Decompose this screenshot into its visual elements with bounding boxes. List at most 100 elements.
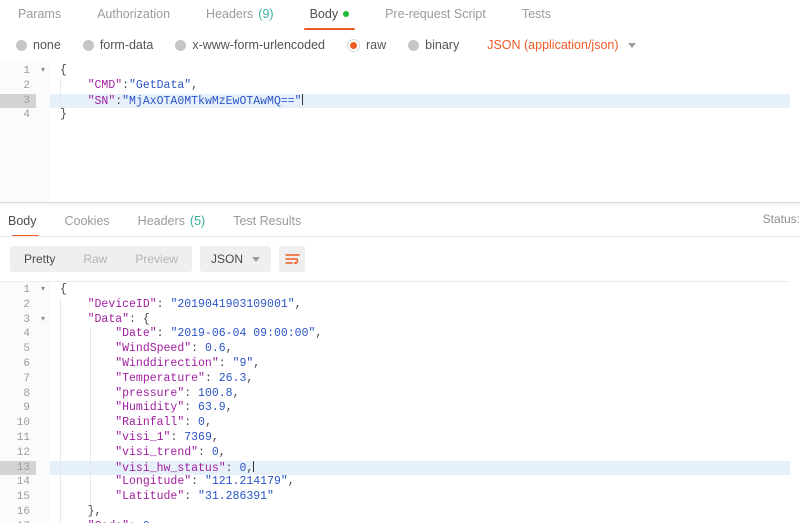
code-line[interactable]: 6 "Winddirection": "9", bbox=[0, 356, 800, 372]
view-mode-pretty[interactable]: Pretty bbox=[10, 246, 69, 272]
token-punc: : bbox=[184, 401, 199, 415]
chevron-down-icon bbox=[627, 42, 636, 48]
response-editor-scrollbar[interactable] bbox=[790, 281, 800, 523]
code-line[interactable]: 3 "SN":"MjAxOTA0MTkwMzEwOTAwMQ==" bbox=[0, 93, 800, 109]
tab-label: Tests bbox=[521, 7, 551, 21]
fold-arrow-icon[interactable]: ▾ bbox=[36, 64, 50, 79]
token-punc: : bbox=[156, 297, 171, 311]
indent-guide bbox=[90, 356, 91, 372]
view-mode-raw[interactable]: Raw bbox=[69, 246, 121, 272]
tab-count-badge: (9) bbox=[258, 7, 274, 21]
token-key: "Longitude" bbox=[115, 475, 192, 489]
fold-arrow-icon[interactable]: ▾ bbox=[36, 312, 50, 328]
fold-spacer bbox=[36, 78, 50, 94]
code-line[interactable]: 11 "visi_1": 7369, bbox=[0, 430, 800, 446]
fold-spacer bbox=[36, 401, 50, 417]
token-str: "MjAxOTA0MTkwMzEwOTAwMQ==" bbox=[122, 94, 302, 108]
tab-count-badge: (5) bbox=[189, 214, 206, 228]
indent-guide bbox=[60, 356, 61, 372]
token-punc bbox=[60, 431, 115, 444]
token-punc: , bbox=[211, 430, 219, 444]
token-num: 0.6 bbox=[204, 342, 226, 356]
body-type-radio-x-www-form-urlencoded[interactable]: x-www-form-urlencoded bbox=[175, 38, 325, 52]
code-line[interactable]: 15 "Latitude": "31.286391" bbox=[0, 490, 800, 505]
line-number: 3 bbox=[0, 93, 36, 109]
request-tab-headers[interactable]: Headers (9) bbox=[188, 7, 292, 30]
tab-label: Headers bbox=[206, 7, 254, 21]
code-line[interactable]: 9 "Humidity": 63.9, bbox=[0, 401, 800, 417]
request-editor-scrollbar[interactable] bbox=[790, 60, 800, 202]
response-body-editor[interactable]: 1 ▾{2 "DeviceID": "2019041903109001", 3 ▾ "… bbox=[0, 281, 800, 523]
response-tab-body[interactable]: Body bbox=[0, 214, 51, 237]
fold-spacer bbox=[36, 475, 50, 491]
token-punc: { bbox=[60, 283, 67, 296]
fold-spacer bbox=[36, 108, 50, 124]
code-line[interactable]: 5 "WindSpeed": 0.6, bbox=[0, 342, 800, 357]
code-line[interactable]: 1 ▾ { bbox=[0, 283, 800, 298]
response-tab-cookies[interactable]: Cookies bbox=[51, 214, 124, 237]
indent-guide bbox=[90, 445, 91, 461]
fold-spacer bbox=[36, 460, 50, 476]
body-type-label: raw bbox=[366, 38, 387, 52]
code-line[interactable]: 3 ▾ "Data": { bbox=[0, 312, 800, 328]
response-editor-top-rule bbox=[0, 281, 800, 282]
code-line[interactable]: 13 "visi_hw_status": 0, bbox=[0, 460, 800, 476]
code-text: "Humidity": 63.9, bbox=[50, 401, 233, 417]
indent-guide bbox=[60, 475, 61, 491]
code-line[interactable]: 10 "Rainfall": 0, bbox=[0, 416, 800, 431]
token-punc bbox=[60, 95, 88, 108]
token-key: "DeviceID" bbox=[87, 297, 157, 311]
indent-guide bbox=[60, 312, 61, 328]
code-line[interactable]: 7 "Temperature": 26.3, bbox=[0, 371, 800, 387]
request-tab-authorization[interactable]: Authorization bbox=[79, 7, 188, 30]
token-punc bbox=[60, 387, 115, 400]
response-format-dropdown[interactable]: JSON bbox=[200, 246, 272, 272]
response-tab-headers[interactable]: Headers (5) bbox=[124, 214, 220, 237]
code-text: "pressure": 100.8, bbox=[50, 386, 239, 402]
token-punc: : bbox=[156, 327, 171, 341]
body-type-radio-raw[interactable]: raw bbox=[347, 38, 386, 52]
code-line[interactable]: 1 ▾ { bbox=[0, 64, 800, 79]
body-type-radio-form-data[interactable]: form-data bbox=[82, 38, 153, 52]
request-tab-body[interactable]: Body bbox=[292, 7, 368, 30]
request-tab-params[interactable]: Params bbox=[0, 7, 79, 30]
code-line[interactable]: 4} bbox=[0, 108, 800, 124]
radio-icon bbox=[408, 39, 420, 51]
fold-spacer bbox=[36, 490, 50, 505]
response-status-label: Status: bbox=[762, 212, 800, 226]
code-line[interactable]: 12 "visi_trend": 0, bbox=[0, 445, 800, 461]
code-line[interactable]: 2 "CMD":"GetData", bbox=[0, 78, 800, 94]
indent-guide bbox=[90, 327, 91, 343]
code-line[interactable]: 8 "pressure": 100.8, bbox=[0, 386, 800, 402]
view-mode-preview[interactable]: Preview bbox=[121, 246, 192, 272]
code-text: "Temperature": 26.3, bbox=[50, 371, 253, 387]
code-line[interactable]: 14 "Longitude": "121.214179", bbox=[0, 475, 800, 491]
request-body-editor[interactable]: 1 ▾{2 "CMD":"GetData", 3 "SN":"MjAxOTA0MTk… bbox=[0, 60, 800, 202]
body-type-label: none bbox=[33, 38, 61, 52]
token-key: "Temperature" bbox=[115, 371, 205, 385]
indent-guide bbox=[60, 93, 61, 109]
body-type-label: binary bbox=[425, 38, 460, 52]
content-type-dropdown[interactable]: JSON (application/json) bbox=[487, 38, 636, 52]
code-line[interactable]: 16 }, bbox=[0, 504, 800, 520]
body-type-radio-binary[interactable]: binary bbox=[408, 38, 459, 52]
fold-spacer bbox=[36, 356, 50, 372]
word-wrap-button[interactable] bbox=[279, 246, 306, 272]
body-type-radio-none[interactable]: none bbox=[16, 38, 61, 52]
indent-guide bbox=[60, 327, 61, 343]
fold-arrow-icon[interactable]: ▾ bbox=[36, 283, 50, 298]
token-punc: , bbox=[287, 475, 295, 489]
request-tab-pre-request-script[interactable]: Pre-request Script bbox=[367, 7, 504, 30]
chevron-down-icon bbox=[252, 256, 261, 262]
radio-icon bbox=[175, 39, 187, 51]
token-punc: , bbox=[294, 297, 302, 311]
token-num: 7369 bbox=[184, 430, 212, 444]
request-tab-bar: Params Authorization Headers (9) Body Pre-req… bbox=[0, 0, 800, 30]
request-tab-tests[interactable]: Tests bbox=[504, 7, 569, 30]
code-line[interactable]: 4 "Date": "2019-06-04 09:00:00", bbox=[0, 327, 800, 343]
code-line[interactable]: 2 "DeviceID": "2019041903109001", bbox=[0, 297, 800, 313]
response-tab-test-results[interactable]: Test Results bbox=[219, 214, 315, 237]
line-number: 8 bbox=[0, 386, 36, 402]
token-key: "Data" bbox=[87, 312, 130, 326]
token-punc bbox=[60, 490, 115, 503]
